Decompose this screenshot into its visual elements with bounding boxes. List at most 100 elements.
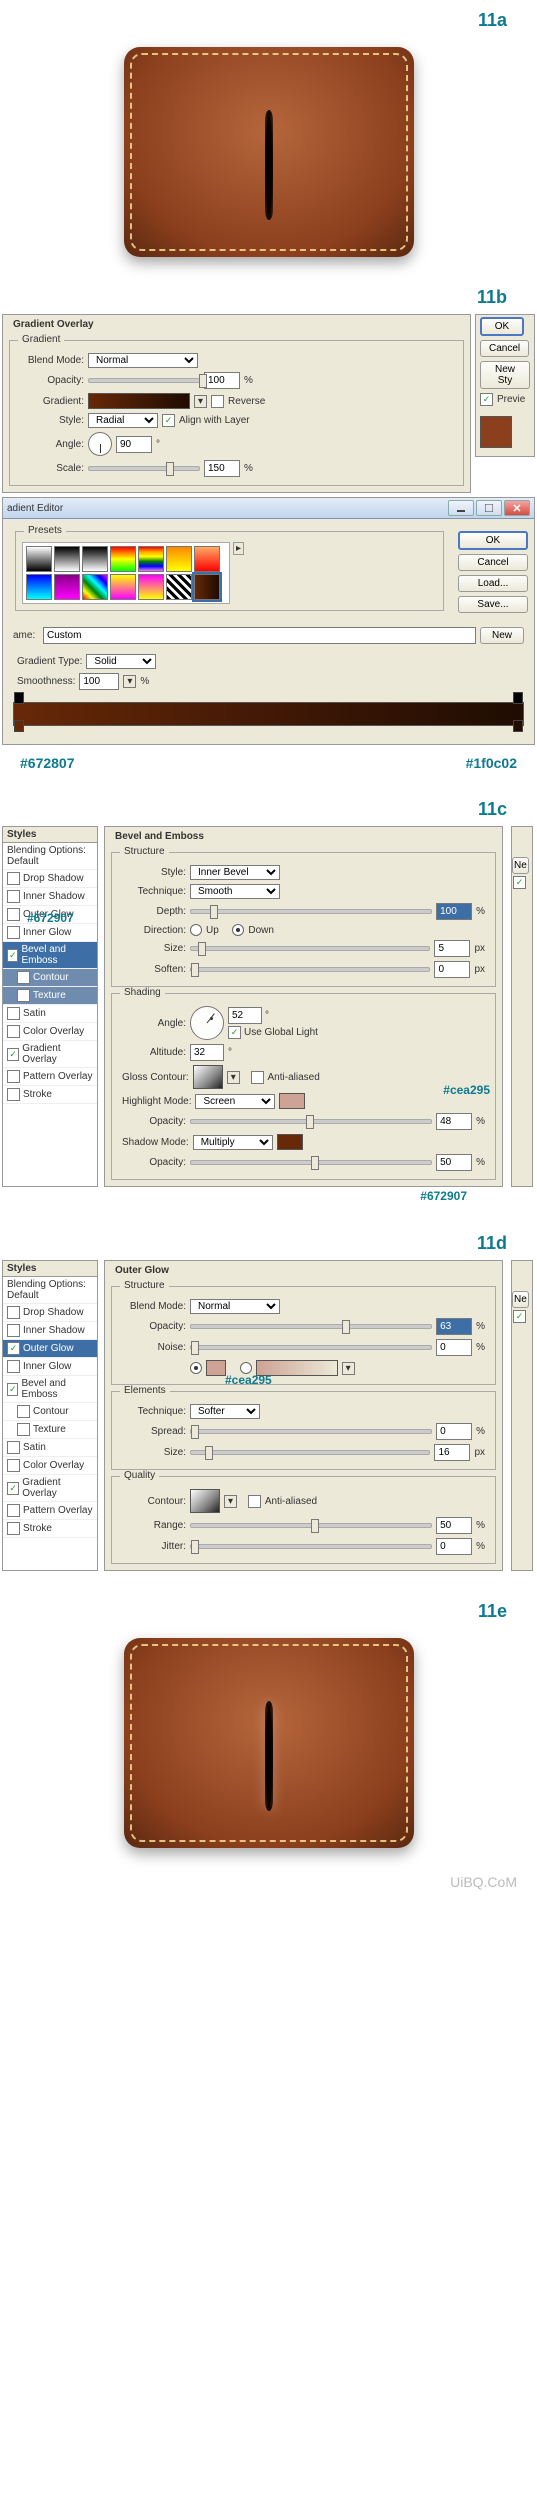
styles-item-coloroverlay-d[interactable]: Color Overlay (3, 1457, 97, 1475)
preset-sw[interactable] (82, 546, 108, 572)
ge-stop-right[interactable] (513, 720, 523, 732)
styles-item-innerglow[interactable]: Inner Glow (3, 924, 97, 942)
chk-dropshadow[interactable] (7, 872, 20, 885)
opacity-slider[interactable] (88, 378, 200, 383)
styles-item-texture-d[interactable]: Texture (3, 1421, 97, 1439)
be-smode-select[interactable]: Multiply (193, 1135, 273, 1150)
ge-opstop-left[interactable] (14, 692, 24, 704)
styles-item-satin[interactable]: Satin (3, 1005, 97, 1023)
styles-item-patternoverlay[interactable]: Pattern Overlay (3, 1068, 97, 1086)
og-spread-input[interactable] (436, 1423, 472, 1440)
preset-sw[interactable] (138, 546, 164, 572)
styles-item-stroke[interactable]: Stroke (3, 1086, 97, 1104)
og-jitter-slider[interactable] (190, 1544, 432, 1549)
angle-dial[interactable] (88, 432, 112, 456)
styles-item-gradientoverlay[interactable]: Gradient Overlay (3, 1041, 97, 1068)
scale-slider[interactable] (88, 466, 200, 471)
styles-item-dropshadow-d[interactable]: Drop Shadow (3, 1304, 97, 1322)
preset-sw[interactable] (166, 546, 192, 572)
angle-input[interactable] (116, 436, 152, 453)
styles-item-innershadow[interactable]: Inner Shadow (3, 888, 97, 906)
preview-checkbox[interactable] (480, 393, 493, 406)
preset-sw-selected[interactable] (194, 574, 220, 600)
be-angle-input[interactable] (228, 1007, 262, 1024)
maximize-button[interactable] (476, 500, 502, 516)
chk-contour-d[interactable] (17, 1405, 30, 1418)
be-soften-slider[interactable] (190, 967, 430, 972)
chk-stroke[interactable] (7, 1088, 20, 1101)
og-size-input[interactable] (434, 1444, 470, 1461)
ge-new-button[interactable]: New (480, 627, 524, 644)
og-contour-swatch[interactable] (190, 1489, 220, 1513)
be-dir-down-radio[interactable] (232, 924, 244, 936)
og-grad-menu[interactable]: ▾ (342, 1362, 355, 1375)
ge-stop-left[interactable] (14, 720, 24, 732)
preset-sw[interactable] (26, 574, 52, 600)
ge-gradient-bar[interactable] (13, 702, 524, 726)
chk-outerglow[interactable] (7, 908, 20, 921)
og-contour-menu[interactable]: ▾ (224, 1495, 237, 1508)
og-noise-input[interactable] (436, 1339, 472, 1356)
og-size-slider[interactable] (190, 1450, 430, 1455)
chk-bevel-d[interactable] (7, 1383, 18, 1396)
chk-contour[interactable] (17, 971, 30, 984)
ge-load-button[interactable]: Load... (458, 575, 528, 592)
presets-grid[interactable] (22, 542, 230, 604)
chk-innershadow[interactable] (7, 890, 20, 903)
be-hmode-select[interactable]: Screen (195, 1094, 275, 1109)
styles-item-bevel-d[interactable]: Bevel and Emboss (3, 1376, 97, 1403)
preset-sw[interactable] (54, 574, 80, 600)
ok-button[interactable]: OK (480, 317, 524, 336)
og-aa-chk[interactable] (248, 1495, 261, 1508)
og-color-radio[interactable] (190, 1362, 202, 1374)
styles-item-texture[interactable]: Texture (3, 987, 97, 1005)
chk-innerglow[interactable] (7, 926, 20, 939)
og-opac-input[interactable] (436, 1318, 472, 1335)
chk-texture[interactable] (17, 989, 30, 1002)
chk-outerglow-d[interactable] (7, 1342, 20, 1355)
be-tech-select[interactable]: Smooth (190, 884, 280, 899)
styles-item-contour[interactable]: Contour (3, 969, 97, 987)
styles-item-outerglow-d[interactable]: Outer Glow (3, 1340, 97, 1358)
og-spread-slider[interactable] (190, 1429, 432, 1434)
styles-item-bevel[interactable]: Bevel and Emboss (3, 942, 97, 969)
minimize-button[interactable] (448, 500, 474, 516)
chk-patternoverlay[interactable] (7, 1070, 20, 1083)
ge-name-input[interactable] (43, 627, 476, 644)
be-sopac-input[interactable] (436, 1154, 472, 1171)
preset-sw[interactable] (110, 574, 136, 600)
og-range-input[interactable] (436, 1517, 472, 1534)
chk-satin[interactable] (7, 1007, 20, 1020)
be-aa-chk[interactable] (251, 1071, 264, 1084)
be-sopac-slider[interactable] (190, 1160, 432, 1165)
be-scolor-swatch[interactable] (277, 1134, 303, 1150)
styles-item-stroke-d[interactable]: Stroke (3, 1520, 97, 1538)
styles-item-innershadow-d[interactable]: Inner Shadow (3, 1322, 97, 1340)
cancel-button[interactable]: Cancel (480, 340, 529, 357)
blend-mode-select[interactable]: Normal (88, 353, 198, 368)
be-depth-slider[interactable] (190, 909, 432, 914)
be-hopac-slider[interactable] (190, 1119, 432, 1124)
be-size-input[interactable] (434, 940, 470, 957)
ge-ok-button[interactable]: OK (458, 531, 528, 550)
og-opac-slider[interactable] (190, 1324, 432, 1329)
ge-type-select[interactable]: Solid (86, 654, 156, 669)
preset-sw[interactable] (166, 574, 192, 600)
be-depth-input[interactable] (436, 903, 472, 920)
og-new-style-button[interactable]: Ne (512, 1291, 529, 1308)
style-select[interactable]: Radial (88, 413, 158, 428)
og-preview-chk[interactable] (513, 1310, 526, 1323)
gradient-dropdown-arrow[interactable]: ▾ (194, 395, 207, 408)
presets-menu-button[interactable]: ▸ (233, 542, 244, 555)
chk-coloroverlay-d[interactable] (7, 1459, 20, 1472)
og-blend-select[interactable]: Normal (190, 1299, 280, 1314)
be-dir-up-radio[interactable] (190, 924, 202, 936)
be-angle-dial[interactable] (190, 1006, 224, 1040)
be-soften-input[interactable] (434, 961, 470, 978)
close-button[interactable] (504, 500, 530, 516)
chk-patternoverlay-d[interactable] (7, 1504, 20, 1517)
be-style-select[interactable]: Inner Bevel (190, 865, 280, 880)
chk-satin-d[interactable] (7, 1441, 20, 1454)
new-style-button[interactable]: New Sty (480, 361, 530, 389)
styles-item-patternoverlay-d[interactable]: Pattern Overlay (3, 1502, 97, 1520)
